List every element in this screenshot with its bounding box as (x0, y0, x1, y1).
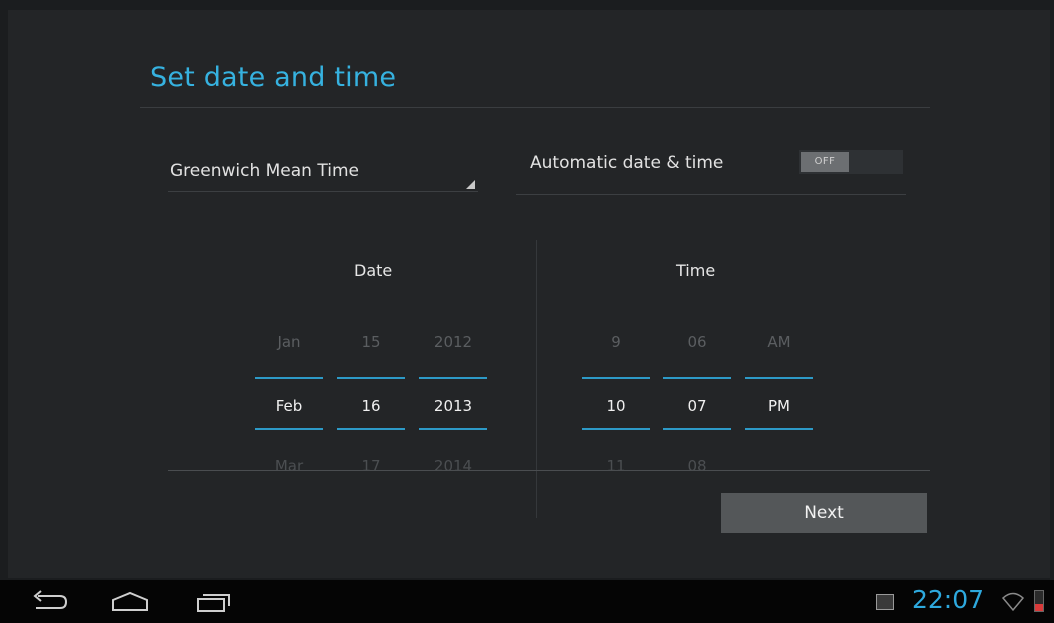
picker-line-bottom (663, 428, 731, 430)
toggle-state-label: OFF (801, 152, 849, 172)
time-heading: Time (676, 261, 716, 280)
minute-next[interactable]: 08 (663, 457, 731, 475)
month-next[interactable]: Mar (255, 457, 323, 475)
day-current[interactable]: 16 (337, 397, 405, 415)
timezone-value: Greenwich Mean Time (170, 161, 359, 181)
hour-current[interactable]: 10 (582, 397, 650, 415)
year-prev[interactable]: 2012 (419, 333, 487, 351)
minute-current[interactable]: 07 (663, 397, 731, 415)
picker-line-bottom (582, 428, 650, 430)
picker-line-top (255, 377, 323, 379)
page-title: Set date and time (150, 62, 397, 93)
recent-apps-icon[interactable] (194, 590, 234, 614)
picker-line-top (582, 377, 650, 379)
month-current[interactable]: Feb (255, 397, 323, 415)
automatic-datetime-underline (516, 194, 906, 195)
content-bottom-divider (168, 470, 930, 471)
wifi-icon (1001, 592, 1025, 616)
date-heading: Date (354, 261, 393, 280)
next-button[interactable]: Next (721, 493, 927, 533)
picker-line-bottom (745, 428, 813, 430)
battery-icon (1034, 590, 1044, 612)
picker-line-top (337, 377, 405, 379)
picker-line-top (663, 377, 731, 379)
ampm-prev[interactable]: AM (745, 333, 813, 351)
ampm-current[interactable]: PM (745, 397, 813, 415)
day-next[interactable]: 17 (337, 457, 405, 475)
month-prev[interactable]: Jan (255, 333, 323, 351)
timezone-underline (168, 191, 478, 192)
gallery-icon (876, 594, 894, 610)
battery-level (1035, 604, 1043, 611)
dropdown-corner-icon[interactable] (466, 180, 475, 189)
hour-next[interactable]: 11 (582, 457, 650, 475)
automatic-datetime-toggle[interactable]: OFF (799, 150, 903, 174)
home-icon[interactable] (110, 590, 150, 614)
picker-line-bottom (255, 428, 323, 430)
picker-line-bottom (337, 428, 405, 430)
system-navigation-bar (0, 580, 1054, 623)
status-clock[interactable]: 22:07 (912, 585, 984, 614)
hour-prev[interactable]: 9 (582, 333, 650, 351)
back-icon[interactable] (32, 590, 72, 614)
day-prev[interactable]: 15 (337, 333, 405, 351)
automatic-datetime-label: Automatic date & time (530, 153, 724, 173)
picker-line-top (745, 377, 813, 379)
year-current[interactable]: 2013 (419, 397, 487, 415)
minute-prev[interactable]: 06 (663, 333, 731, 351)
date-time-divider (536, 240, 537, 518)
picker-line-bottom (419, 428, 487, 430)
picker-line-top (419, 377, 487, 379)
year-next[interactable]: 2014 (419, 457, 487, 475)
title-divider (140, 107, 930, 108)
